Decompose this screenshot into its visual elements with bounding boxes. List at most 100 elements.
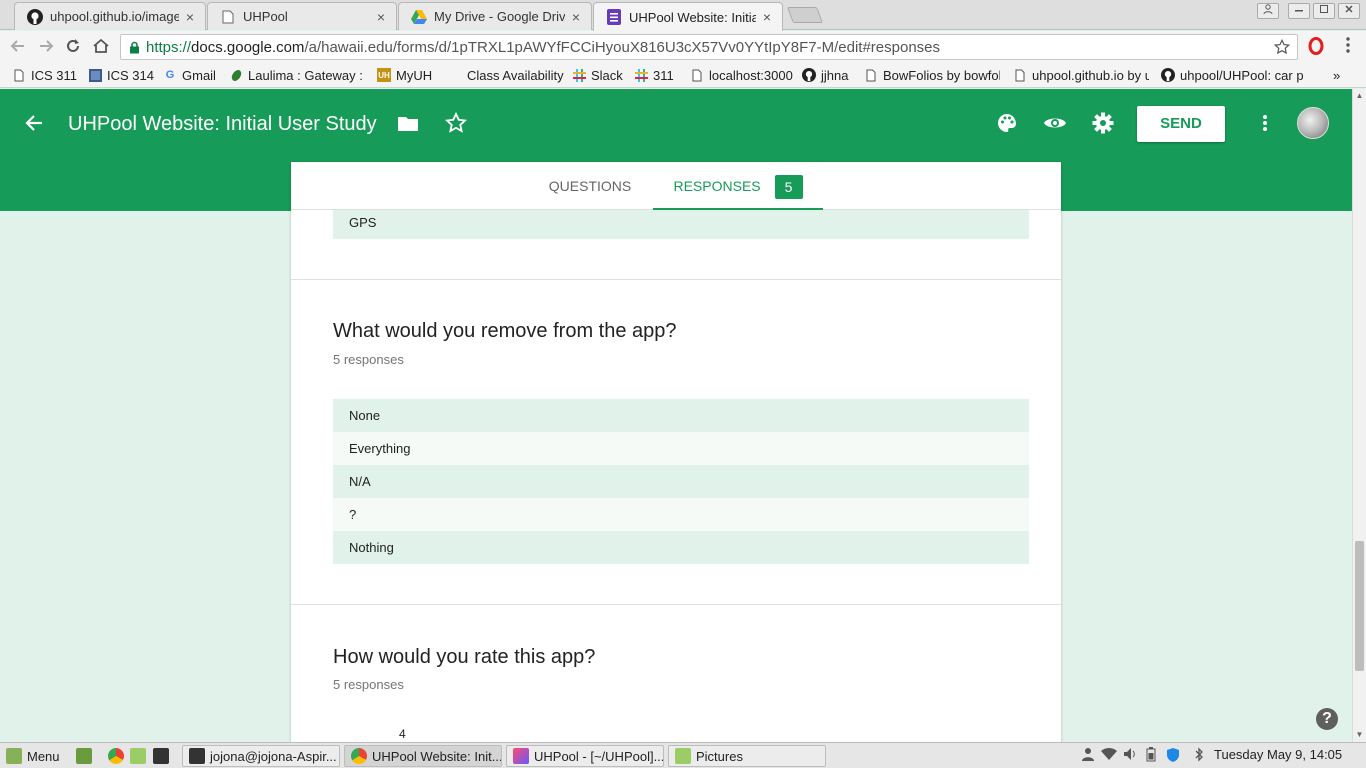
clock[interactable]: Tuesday May 9, 14:05	[1214, 747, 1342, 762]
back-arrow-icon[interactable]	[22, 111, 46, 135]
bookmark-jjhna[interactable]: jjhna	[802, 66, 854, 84]
bluetooth-icon[interactable]	[1191, 747, 1207, 763]
preview-eye-icon[interactable]	[1043, 111, 1067, 135]
github-icon	[27, 8, 43, 25]
palette-icon[interactable]	[995, 111, 1019, 135]
close-icon[interactable]: ×	[569, 9, 583, 25]
page-icon	[1013, 68, 1027, 82]
more-vert-icon[interactable]	[1253, 111, 1277, 135]
minimize-icon[interactable]	[1288, 3, 1310, 19]
browser-tab-uhpool[interactable]: UHPool ×	[207, 2, 397, 30]
bookmark-uhpool-repo[interactable]: uhpool/UHPool: car p	[1161, 66, 1303, 84]
new-tab-button[interactable]	[787, 7, 823, 23]
browser-tab-uhpool-form[interactable]: UHPool Website: Initial U ×	[593, 2, 783, 31]
page-icon	[690, 68, 704, 82]
form-title[interactable]: UHPool Website: Initial User Study	[68, 113, 377, 136]
close-icon[interactable]: ×	[374, 9, 388, 25]
show-desktop-icon[interactable]	[76, 745, 97, 767]
leaf-icon	[229, 68, 243, 82]
volume-icon[interactable]	[1122, 747, 1138, 763]
profile-icon[interactable]	[1257, 3, 1279, 19]
close-icon[interactable]: ×	[183, 9, 197, 25]
send-button[interactable]: SEND	[1137, 106, 1225, 142]
response-count-badge: 5	[774, 175, 803, 200]
reload-icon[interactable]	[63, 37, 83, 57]
scroll-down-icon[interactable]: ▼	[1355, 731, 1364, 739]
square-icon	[88, 68, 102, 82]
shield-icon[interactable]	[1165, 747, 1181, 763]
bookmark-class-availability[interactable]: Class Availability	[448, 66, 564, 84]
scroll-up-icon[interactable]: ▲	[1355, 92, 1364, 100]
window-close-icon[interactable]	[1338, 3, 1360, 19]
terminal-launcher-icon[interactable]	[153, 745, 174, 767]
bookmark-slack[interactable]: Slack	[572, 66, 628, 84]
star-icon[interactable]	[444, 111, 468, 135]
bookmark-311[interactable]: 311	[634, 66, 682, 84]
page-scrollbar[interactable]: ▲ ▼	[1352, 89, 1366, 742]
bookmark-star-icon[interactable]	[1273, 38, 1291, 60]
page-icon	[12, 68, 26, 82]
bookmark-myuh[interactable]: UH MyUH	[377, 66, 439, 84]
question-title: What would you remove from the app?	[333, 320, 677, 342]
bookmark-localhost[interactable]: localhost:3000	[690, 66, 794, 84]
chrome-icon	[351, 748, 367, 764]
bookmark-gmail[interactable]: G Gmail	[163, 66, 221, 84]
url-path: /a/hawaii.edu/forms/d/1pTRXL1pAWYfFCCiHy…	[304, 38, 941, 56]
avatar[interactable]	[1297, 107, 1329, 139]
bookmark-ics-311[interactable]: ICS 311	[12, 66, 82, 84]
list-item: N/A	[333, 465, 1029, 498]
bookmarks-bar: ICS 311 ICS 314 G Gmail Laulima : Gatewa…	[0, 62, 1366, 88]
chrome-menu-icon[interactable]	[1338, 37, 1358, 57]
list-item: Nothing	[333, 531, 1029, 564]
uh-icon: UH	[377, 68, 391, 82]
folder-icon[interactable]	[396, 111, 420, 135]
slack-icon	[634, 68, 648, 82]
scroll-thumb[interactable]	[1355, 541, 1364, 671]
lock-icon	[129, 41, 140, 54]
bookmarks-overflow-icon[interactable]: »	[1333, 66, 1349, 84]
folder-icon	[675, 748, 691, 764]
list-item: None	[333, 399, 1029, 432]
bookmark-laulima[interactable]: Laulima : Gateway : W	[229, 66, 365, 84]
browser-tab-uhpool-images[interactable]: uhpool.github.io/images/ ×	[14, 2, 206, 30]
files-launcher-icon[interactable]	[130, 745, 151, 767]
battery-icon[interactable]	[1143, 747, 1159, 763]
section-divider	[291, 604, 1061, 605]
taskbar-window-terminal[interactable]: jojona@jojona-Aspir...	[182, 745, 340, 767]
tab-title: UHPool Website: Initial U	[629, 9, 756, 25]
maximize-icon[interactable]	[1313, 3, 1335, 19]
page-icon	[220, 9, 236, 25]
bookmark-uhpool-site[interactable]: uhpool.github.io by uh	[1013, 66, 1149, 84]
forward-arrow-icon[interactable]	[36, 37, 56, 57]
intellij-icon	[513, 748, 529, 764]
response-count: 5 responses	[333, 352, 404, 367]
browser-tab-google-drive[interactable]: My Drive - Google Drive ×	[398, 2, 592, 30]
slack-icon	[572, 68, 586, 82]
home-icon[interactable]	[91, 37, 111, 57]
tab-title: UHPool	[243, 9, 288, 24]
page-icon	[864, 68, 878, 82]
taskbar-window-pictures[interactable]: Pictures	[668, 745, 826, 767]
wifi-icon[interactable]	[1101, 747, 1117, 763]
taskbar-window-intellij[interactable]: UHPool - [~/UHPool]...	[506, 745, 664, 767]
tab-questions[interactable]: QUESTIONS	[534, 162, 646, 210]
settings-gear-icon[interactable]	[1091, 111, 1115, 135]
start-menu-button[interactable]: Menu	[6, 745, 60, 767]
github-icon	[1161, 68, 1175, 82]
opera-extension-icon[interactable]	[1306, 37, 1326, 57]
chrome-launcher-icon[interactable]	[108, 745, 129, 767]
close-icon[interactable]: ×	[760, 9, 774, 25]
tab-responses[interactable]: RESPONSES 5	[653, 162, 823, 210]
user-icon[interactable]	[1080, 747, 1096, 763]
address-bar[interactable]: https:// docs.google.com /a/hawaii.edu/f…	[120, 34, 1298, 60]
list-item: Everything	[333, 432, 1029, 465]
section-divider	[291, 279, 1061, 280]
taskbar-window-chrome[interactable]: UHPool Website: Init...	[344, 745, 502, 767]
form-tabs: QUESTIONS RESPONSES 5	[291, 162, 1061, 210]
back-arrow-icon[interactable]	[8, 37, 28, 57]
terminal-icon	[189, 748, 205, 764]
responses-card: QUESTIONS RESPONSES 5 GPS What would you…	[291, 162, 1061, 742]
help-icon[interactable]: ?	[1316, 708, 1338, 730]
bookmark-ics-314[interactable]: ICS 314	[88, 66, 158, 84]
bookmark-bowfolios[interactable]: BowFolios by bowfolio	[864, 66, 1000, 84]
